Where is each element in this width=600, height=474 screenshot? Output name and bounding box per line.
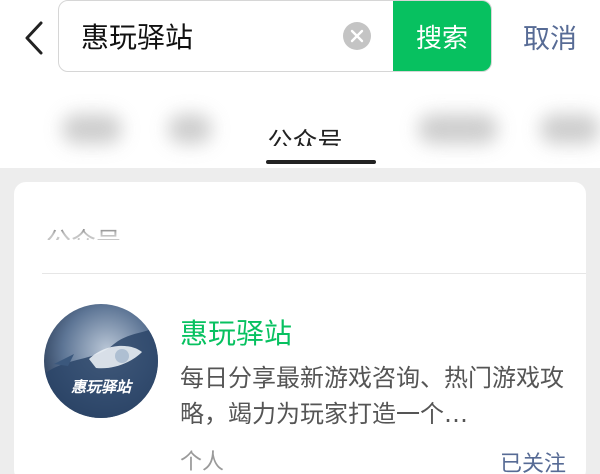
- account-type: 个人: [180, 450, 225, 474]
- clear-icon: [350, 29, 364, 43]
- avatar-image: 惠玩驿站: [44, 304, 158, 418]
- account-result-item[interactable]: 惠玩驿站 惠玩驿站 每日分享最新游戏咨询、热门游戏攻略，竭力为玩家打造一个… 个…: [14, 282, 586, 474]
- account-name: 惠玩驿站: [180, 317, 293, 350]
- tab-blurred-2[interactable]: [168, 114, 212, 144]
- results-card: 公众号 惠玩驿站 惠玩驿站 每日分享最新游戏咨: [14, 182, 586, 474]
- tab-blurred-4[interactable]: [540, 114, 600, 144]
- follow-status-button[interactable]: 已关注: [500, 446, 566, 474]
- account-description: 每日分享最新游戏咨询、热门游戏攻略，竭力为玩家打造一个…: [180, 364, 564, 428]
- clear-search-button[interactable]: [343, 22, 371, 50]
- tab-official-accounts[interactable]: 公众号: [240, 106, 370, 146]
- search-button[interactable]: 搜索: [393, 1, 491, 71]
- back-button[interactable]: [14, 16, 54, 60]
- cancel-button[interactable]: 取消: [512, 14, 588, 58]
- section-divider: [42, 273, 586, 274]
- result-tabs: 公众号: [0, 96, 600, 168]
- search-input[interactable]: [59, 1, 389, 71]
- search-header: 搜索 取消 公众号: [0, 0, 600, 168]
- tab-blurred-3[interactable]: [418, 114, 498, 144]
- avatar-logo-text: 惠玩驿站: [71, 378, 134, 396]
- section-title-blur: [42, 228, 162, 250]
- active-tab-indicator: [266, 160, 376, 164]
- account-avatar: 惠玩驿站: [44, 304, 158, 418]
- tab-blurred-1[interactable]: [62, 114, 122, 144]
- search-box: 搜索: [58, 0, 492, 72]
- tab-official-accounts-label: 公众号: [267, 127, 343, 146]
- back-arrow-icon: [25, 21, 43, 55]
